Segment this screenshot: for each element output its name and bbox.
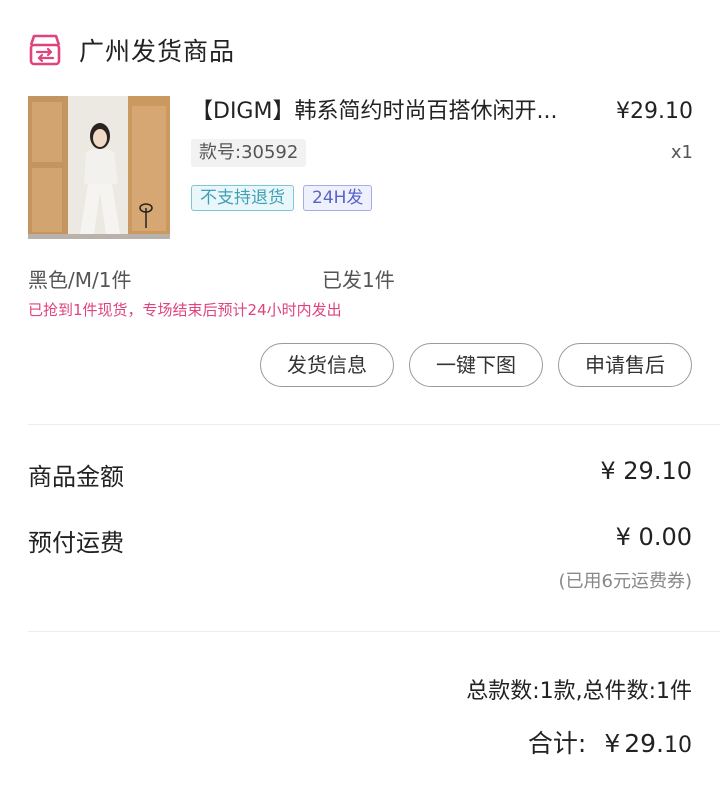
shipping-notice: 已抢到1件现货，专场结束后预计24小时内发出 [28, 301, 342, 319]
prepaid-shipping-value: ¥ 0.00 [615, 523, 692, 551]
divider [28, 424, 720, 425]
total-currency: ¥ [604, 729, 621, 758]
action-buttons: 发货信息 一键下图 申请售后 [245, 343, 692, 387]
total-label: 合计: [527, 729, 587, 758]
total-amount-decimal: 10 [664, 733, 692, 758]
store-title: 广州发货商品 [79, 37, 236, 66]
shop-shipping-icon [27, 33, 63, 67]
product-spec: 黑色/M/1件 [28, 268, 132, 292]
style-number: 款号:30592 [191, 139, 307, 167]
product-quantity: x1 [670, 142, 693, 163]
product-card[interactable]: 【DIGM】韩系简约时尚百搭休闲开... ¥29.10 款号:30592 x1 … [28, 96, 693, 240]
prepaid-shipping-label: 预付运费 [28, 529, 124, 557]
shipped-status: 已发1件 [322, 268, 395, 292]
item-count-summary: 总款数:1款,总件数:1件 [466, 679, 692, 704]
product-price: ¥29.10 [616, 99, 693, 124]
shipping-coupon-note: (已用6元运费券) [558, 571, 693, 592]
ship-24h-tag: 24H发 [303, 185, 373, 211]
no-return-tag: 不支持退货 [191, 185, 294, 211]
goods-amount-value: ¥ 29.10 [600, 457, 692, 485]
grand-total: 合计: ¥ 29. 10 [528, 724, 692, 760]
product-tags: 不支持退货 24H发 [191, 185, 381, 211]
product-photo[interactable] [28, 96, 170, 239]
store-header: 广州发货商品 [27, 30, 235, 70]
total-amount-int: 29. [624, 729, 664, 758]
shipping-info-button[interactable]: 发货信息 [260, 343, 394, 387]
after-sales-button[interactable]: 申请售后 [558, 343, 692, 387]
divider [28, 631, 720, 632]
download-images-button[interactable]: 一键下图 [409, 343, 543, 387]
product-name[interactable]: 【DIGM】韩系简约时尚百搭休闲开... [191, 96, 611, 128]
goods-amount-label: 商品金额 [28, 463, 124, 491]
